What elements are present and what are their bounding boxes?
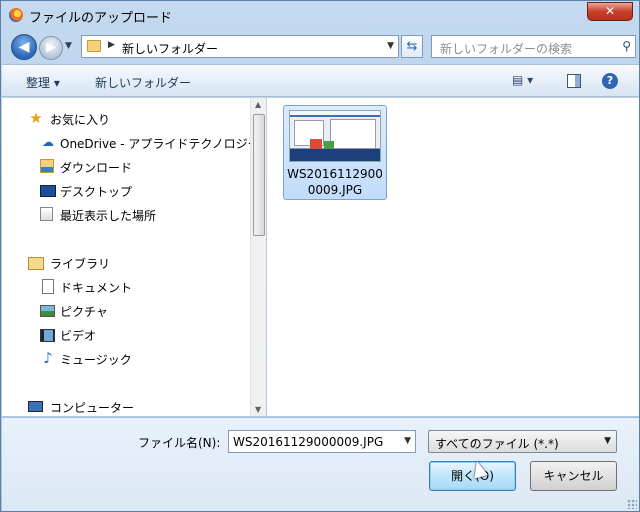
- nav-item-recent-places[interactable]: 最近表示した場所: [2, 204, 250, 226]
- music-icon: ♪: [43, 349, 53, 367]
- breadcrumb-current-folder[interactable]: 新しいフォルダー: [122, 40, 218, 57]
- breadcrumb-arrow-icon[interactable]: ▶: [108, 40, 115, 50]
- nav-item-libraries[interactable]: ライブラリ: [2, 252, 250, 274]
- refresh-button[interactable]: ⇆: [401, 35, 423, 58]
- help-icon[interactable]: ?: [602, 73, 618, 89]
- computer-icon: [28, 401, 43, 412]
- nav-item-computer[interactable]: コンピューター: [2, 396, 250, 418]
- video-icon: [40, 329, 55, 342]
- nav-item-desktop[interactable]: デスクトップ: [2, 180, 250, 202]
- nav-item-pictures[interactable]: ピクチャ: [2, 300, 250, 322]
- document-icon: [42, 279, 54, 294]
- nav-item-label: ピクチャ: [60, 305, 108, 319]
- scrollbar-thumb[interactable]: [253, 114, 265, 236]
- nav-item-downloads[interactable]: ダウンロード: [2, 156, 250, 178]
- search-placeholder: 新しいフォルダーの検索: [440, 42, 573, 56]
- history-dropdown-icon[interactable]: ▼: [65, 41, 72, 51]
- download-folder-icon: [40, 159, 54, 173]
- scroll-up-icon[interactable]: ▲: [255, 100, 261, 109]
- image-thumbnail: [289, 110, 381, 162]
- folder-icon: [87, 40, 101, 52]
- nav-item-favorites[interactable]: ★ お気に入り: [2, 108, 250, 130]
- file-upload-dialog: ファイルのアップロード ✕ ◀ ▶ ▼ ▶ 新しいフォルダー ▼ ⇆ 新しいフォ…: [0, 0, 640, 512]
- nav-item-label: デスクトップ: [60, 185, 133, 199]
- nav-item-label: OneDrive - アプライドテクノロジー: [60, 137, 250, 151]
- recent-places-icon: [40, 207, 53, 221]
- navigation-bar: ◀ ▶ ▼ ▶ 新しいフォルダー ▼ ⇆ 新しいフォルダーの検索 ⚲: [5, 31, 636, 61]
- nav-item-label: ライブラリ: [50, 257, 111, 271]
- scroll-down-icon[interactable]: ▼: [255, 405, 261, 414]
- organize-button[interactable]: 整理 ▾: [26, 74, 60, 91]
- resize-grip[interactable]: [627, 499, 637, 509]
- back-button[interactable]: ◀: [11, 34, 37, 60]
- file-list: WS20161129000009.JPG: [267, 98, 639, 416]
- window-title: ファイルのアップロード: [29, 11, 173, 26]
- nav-item-music[interactable]: ♪ ミュージック: [2, 348, 250, 370]
- address-bar[interactable]: ▶ 新しいフォルダー ▼: [81, 35, 399, 58]
- file-type-select[interactable]: すべてのファイル (*.*) ▼: [428, 430, 617, 453]
- nav-item-label: ビデオ: [60, 329, 97, 343]
- new-folder-button[interactable]: 新しいフォルダー: [95, 74, 191, 91]
- chevron-down-icon[interactable]: ▼: [404, 436, 411, 446]
- nav-item-videos[interactable]: ビデオ: [2, 324, 250, 346]
- library-icon: [28, 257, 44, 270]
- nav-item-label: 最近表示した場所: [60, 209, 157, 223]
- forward-button[interactable]: ▶: [39, 36, 63, 60]
- cloud-icon: ☁: [42, 135, 54, 149]
- file-type-value: すべてのファイル (*.*): [435, 437, 559, 451]
- search-input[interactable]: 新しいフォルダーの検索 ⚲: [431, 35, 636, 58]
- nav-item-label: コンピューター: [50, 401, 135, 415]
- filename-label: ファイル名(N):: [138, 436, 221, 450]
- navigation-pane: ★ お気に入り ☁ OneDrive - アプライドテクノロジー ダウンロード …: [2, 98, 250, 416]
- chevron-down-icon[interactable]: ▼: [604, 436, 611, 446]
- command-toolbar: 整理 ▾ 新しいフォルダー ▤ ▾ ?: [2, 64, 639, 97]
- firefox-icon: [9, 8, 23, 22]
- dialog-footer: ファイル名(N): WS20161129000009.JPG ▼ すべてのファイ…: [2, 417, 639, 511]
- filename-combobox[interactable]: WS20161129000009.JPG ▼: [228, 430, 416, 453]
- close-button[interactable]: ✕: [587, 2, 633, 21]
- preview-pane-icon[interactable]: [567, 74, 581, 88]
- file-item[interactable]: WS20161129000009.JPG: [283, 105, 387, 200]
- file-name: WS20161129000009.JPG: [287, 167, 383, 197]
- nav-item-label: お気に入り: [50, 113, 111, 127]
- filename-value[interactable]: WS20161129000009.JPG: [233, 435, 383, 449]
- desktop-icon: [40, 185, 56, 197]
- change-view-icon[interactable]: ▤ ▾: [512, 73, 533, 87]
- title-bar: ファイルのアップロード ✕: [1, 1, 639, 29]
- search-icon[interactable]: ⚲: [622, 39, 631, 53]
- nav-item-label: ダウンロード: [60, 161, 133, 175]
- nav-item-onedrive[interactable]: ☁ OneDrive - アプライドテクノロジー: [2, 132, 250, 154]
- star-icon: ★: [29, 109, 43, 127]
- navigation-pane-scrollbar[interactable]: ▲ ▼: [250, 98, 266, 416]
- cancel-button[interactable]: キャンセル: [530, 461, 617, 491]
- nav-item-label: ドキュメント: [60, 281, 133, 295]
- nav-item-label: ミュージック: [60, 353, 132, 367]
- address-dropdown-icon[interactable]: ▼: [387, 41, 394, 51]
- picture-icon: [40, 305, 55, 317]
- nav-item-documents[interactable]: ドキュメント: [2, 276, 250, 298]
